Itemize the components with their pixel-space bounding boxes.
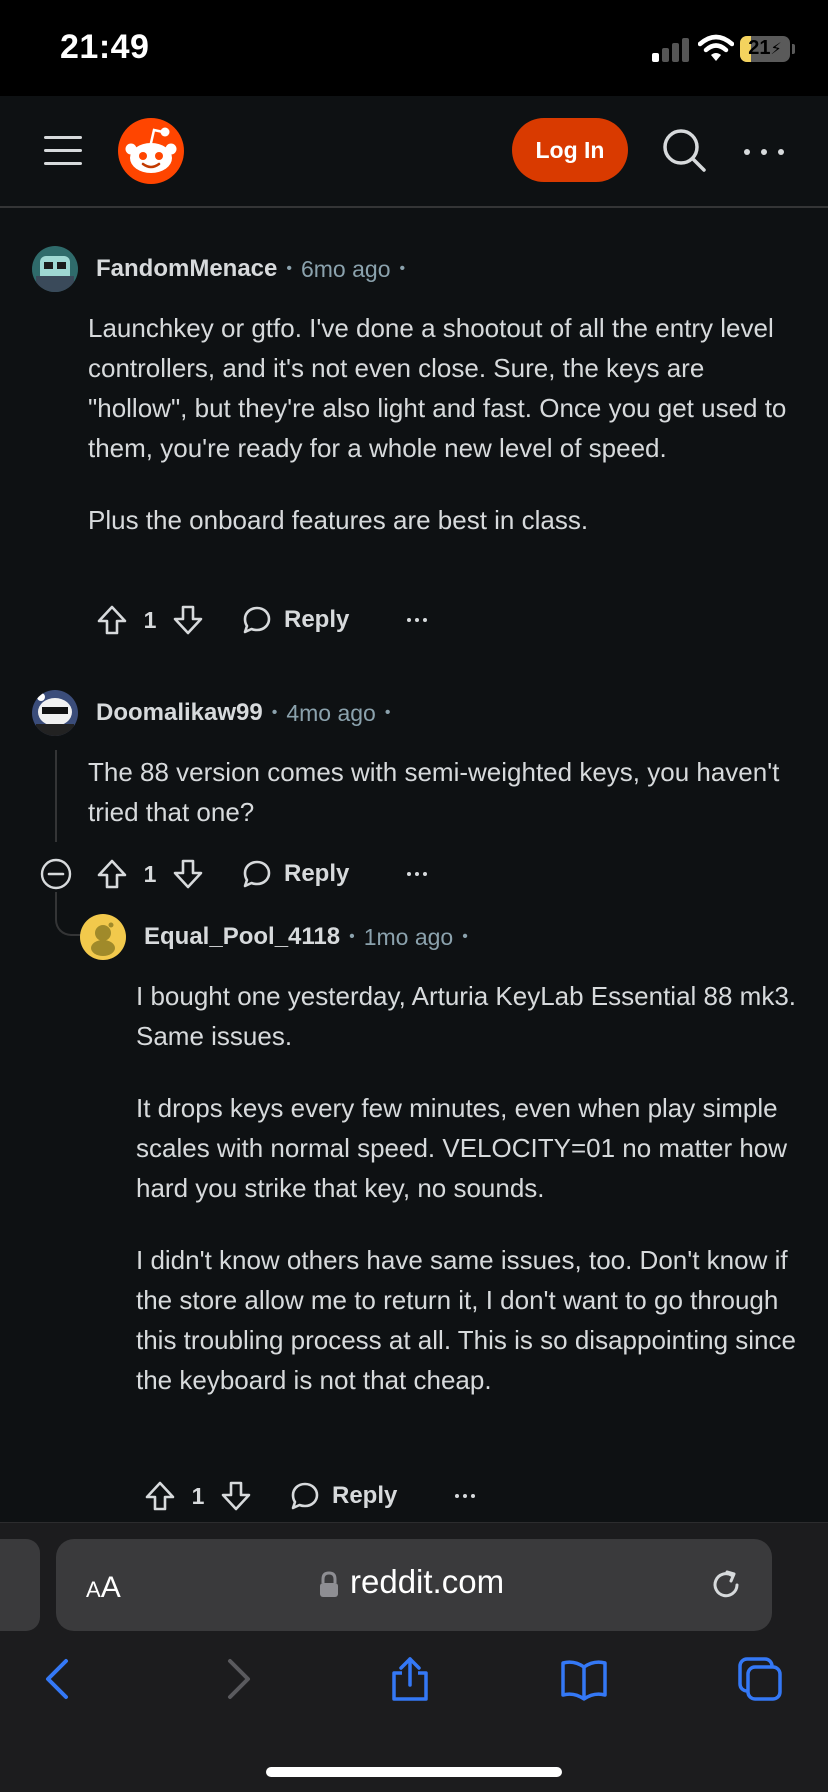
address-bar[interactable]: AA reddit.com: [56, 1539, 772, 1631]
vote-score: 1: [143, 606, 157, 633]
thread-line: [55, 750, 57, 842]
comment-meta: FandomMenace • 6mo ago •: [96, 252, 414, 286]
reply-button[interactable]: Reply: [290, 1481, 397, 1511]
text-size-small: A: [86, 1577, 101, 1602]
bookmarks-icon[interactable]: [560, 1655, 608, 1703]
battery-level: 21: [748, 37, 771, 59]
status-bar: 21:49 21⚡: [0, 0, 828, 96]
user-avatar[interactable]: [80, 914, 126, 960]
downvote-icon[interactable]: [170, 602, 206, 638]
text-size-button[interactable]: AA: [86, 1571, 121, 1605]
comment-body: The 88 version comes with semi-weighted …: [88, 752, 800, 832]
comment-paragraph: I bought one yesterday, Arturia KeyLab E…: [136, 981, 797, 1051]
reply-button[interactable]: Reply: [242, 605, 349, 635]
separator-dot: •: [462, 928, 468, 945]
comment-paragraph: Launchkey or gtfo. I've done a shootout …: [88, 313, 787, 463]
separator-dot: •: [399, 260, 406, 277]
comment-paragraph: The 88 version comes with semi-weighted …: [88, 757, 780, 827]
safari-bottom-bar: AA reddit.com: [0, 1522, 828, 1792]
comment-age: 4mo ago: [286, 699, 376, 726]
comment-author[interactable]: FandomMenace: [96, 255, 277, 283]
share-icon[interactable]: [386, 1655, 434, 1703]
thread-connector: [55, 912, 81, 936]
separator-dot: •: [271, 704, 278, 721]
comment-paragraph: Plus the onboard features are best in cl…: [88, 505, 589, 535]
wifi-icon: [698, 34, 734, 61]
search-icon[interactable]: [660, 126, 708, 174]
home-indicator: [266, 1767, 562, 1777]
comment-age: 1mo ago: [363, 923, 454, 950]
downvote-icon[interactable]: [218, 1478, 254, 1514]
comment-age: 6mo ago: [300, 255, 391, 282]
hamburger-menu-icon[interactable]: [44, 134, 84, 168]
vote-score: 1: [143, 860, 157, 887]
reply-label: Reply: [284, 606, 350, 633]
comment-actions: 1 Reply: [94, 598, 428, 642]
comment-paragraph: I didn't know others have same issues, t…: [136, 1245, 796, 1395]
comment-more-icon[interactable]: [407, 872, 428, 876]
lock-icon: [320, 1571, 338, 1597]
upvote-icon[interactable]: [94, 856, 130, 892]
reply-icon: [243, 860, 271, 888]
separator-dot: •: [349, 928, 355, 945]
collapse-thread-icon[interactable]: [40, 858, 72, 890]
comment-body: I bought one yesterday, Arturia KeyLab E…: [136, 976, 802, 1400]
upvote-icon[interactable]: [94, 602, 130, 638]
comment-actions: 1 Reply: [94, 852, 428, 896]
comment-meta: Doomalikaw99 • 4mo ago •: [96, 696, 399, 730]
status-time: 21:49: [60, 28, 150, 66]
comment-meta: Equal_Pool_4118 • 1mo ago •: [144, 920, 477, 954]
reply-label: Reply: [284, 860, 350, 887]
forward-icon[interactable]: [214, 1655, 262, 1703]
comment-more-icon[interactable]: [407, 618, 428, 622]
reply-icon: [243, 606, 271, 634]
back-icon[interactable]: [34, 1655, 82, 1703]
login-button[interactable]: Log In: [512, 118, 628, 182]
previous-tab-peek[interactable]: [0, 1539, 40, 1631]
comment-body: Launchkey or gtfo. I've done a shootout …: [88, 308, 800, 540]
reload-icon[interactable]: [708, 1567, 744, 1603]
comment-thread: FandomMenace • 6mo ago • Launchkey or gt…: [0, 210, 828, 1522]
comment-author[interactable]: Doomalikaw99: [96, 699, 263, 727]
cellular-signal-icon: [652, 36, 690, 62]
reddit-snoo-logo[interactable]: [118, 118, 184, 184]
more-options-icon[interactable]: [744, 132, 784, 172]
vote-score: 1: [191, 1482, 205, 1509]
user-avatar[interactable]: [32, 690, 78, 736]
comment-actions: 1 Reply: [142, 1474, 476, 1518]
reddit-header: Log In: [0, 96, 828, 208]
upvote-icon[interactable]: [142, 1478, 178, 1514]
battery-nub: [792, 44, 795, 54]
reply-icon: [291, 1482, 319, 1510]
battery-icon: 21⚡: [740, 36, 790, 62]
address-domain: reddit.com: [350, 1563, 505, 1600]
text-size-big: A: [100, 1571, 121, 1604]
separator-dot: •: [286, 260, 292, 277]
thread-line: [55, 892, 57, 914]
separator-dot: •: [384, 704, 391, 721]
comment-paragraph: It drops keys every few minutes, even wh…: [136, 1093, 788, 1203]
downvote-icon[interactable]: [170, 856, 206, 892]
comment-more-icon[interactable]: [455, 1494, 476, 1498]
reply-button[interactable]: Reply: [242, 859, 349, 889]
reply-label: Reply: [332, 1482, 398, 1509]
comment-author[interactable]: Equal_Pool_4118: [144, 923, 340, 951]
user-avatar[interactable]: [32, 246, 78, 292]
tabs-icon[interactable]: [736, 1655, 784, 1703]
